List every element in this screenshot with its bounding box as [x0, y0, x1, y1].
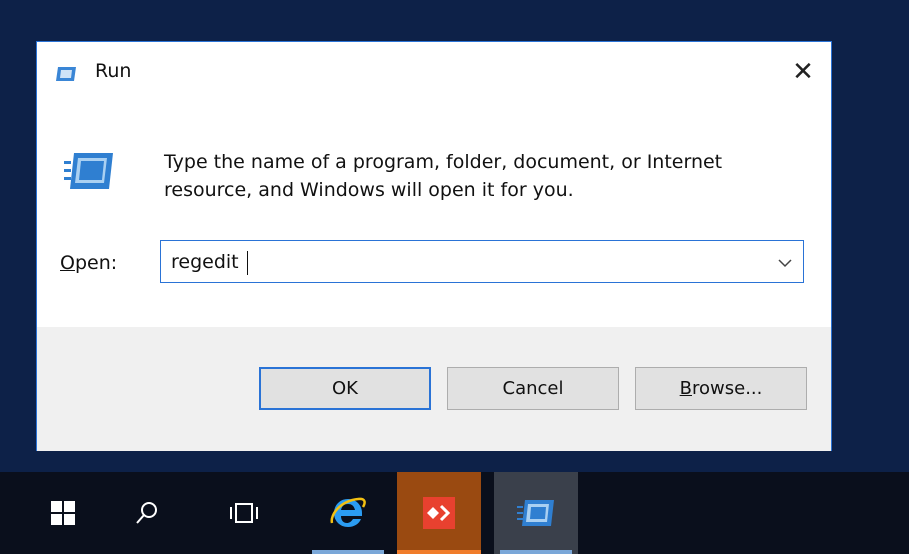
button-bar: OK Cancel Browse... [37, 327, 831, 451]
task-view-icon [230, 503, 258, 523]
active-indicator [500, 550, 572, 554]
taskbar [0, 472, 909, 554]
open-input-value[interactable]: regedit [171, 251, 239, 273]
close-icon: ✕ [792, 57, 814, 87]
taskbar-internet-explorer[interactable] [306, 472, 390, 554]
anydesk-icon [423, 497, 455, 529]
open-label-rest: pen: [74, 252, 118, 274]
search-icon [136, 502, 157, 524]
start-button[interactable] [21, 472, 105, 554]
search-button[interactable] [105, 472, 189, 554]
instruction-text: Type the name of a program, folder, docu… [164, 151, 723, 201]
open-label-accesskey: O [60, 252, 75, 274]
browse-accesskey: B [679, 378, 692, 399]
taskbar-anydesk[interactable] [397, 472, 481, 554]
run-icon [517, 500, 554, 526]
browse-button[interactable]: Browse... [635, 367, 807, 410]
browse-label-rest: rowse... [692, 378, 763, 399]
active-indicator [397, 550, 481, 554]
cancel-label: Cancel [502, 378, 564, 399]
text-caret [247, 251, 248, 275]
task-view-button[interactable] [202, 472, 286, 554]
open-combobox[interactable]: regedit [160, 240, 804, 283]
content-area [37, 106, 831, 328]
title-bar: Run ✕ [37, 42, 831, 106]
dropdown-button[interactable] [775, 253, 795, 273]
browse-label: Browse... [680, 378, 763, 399]
ok-label: OK [332, 378, 358, 399]
ok-button[interactable]: OK [259, 367, 431, 410]
run-program-icon [64, 153, 113, 189]
run-icon [56, 67, 76, 81]
chevron-down-icon [778, 259, 792, 268]
windows-logo-icon [51, 501, 75, 525]
taskbar-run[interactable] [494, 472, 578, 554]
close-button[interactable]: ✕ [785, 56, 821, 88]
cancel-button[interactable]: Cancel [447, 367, 619, 410]
open-label: Open: [60, 252, 117, 274]
window-title: Run [95, 60, 132, 82]
active-indicator [312, 550, 384, 554]
internet-explorer-icon [330, 497, 366, 527]
